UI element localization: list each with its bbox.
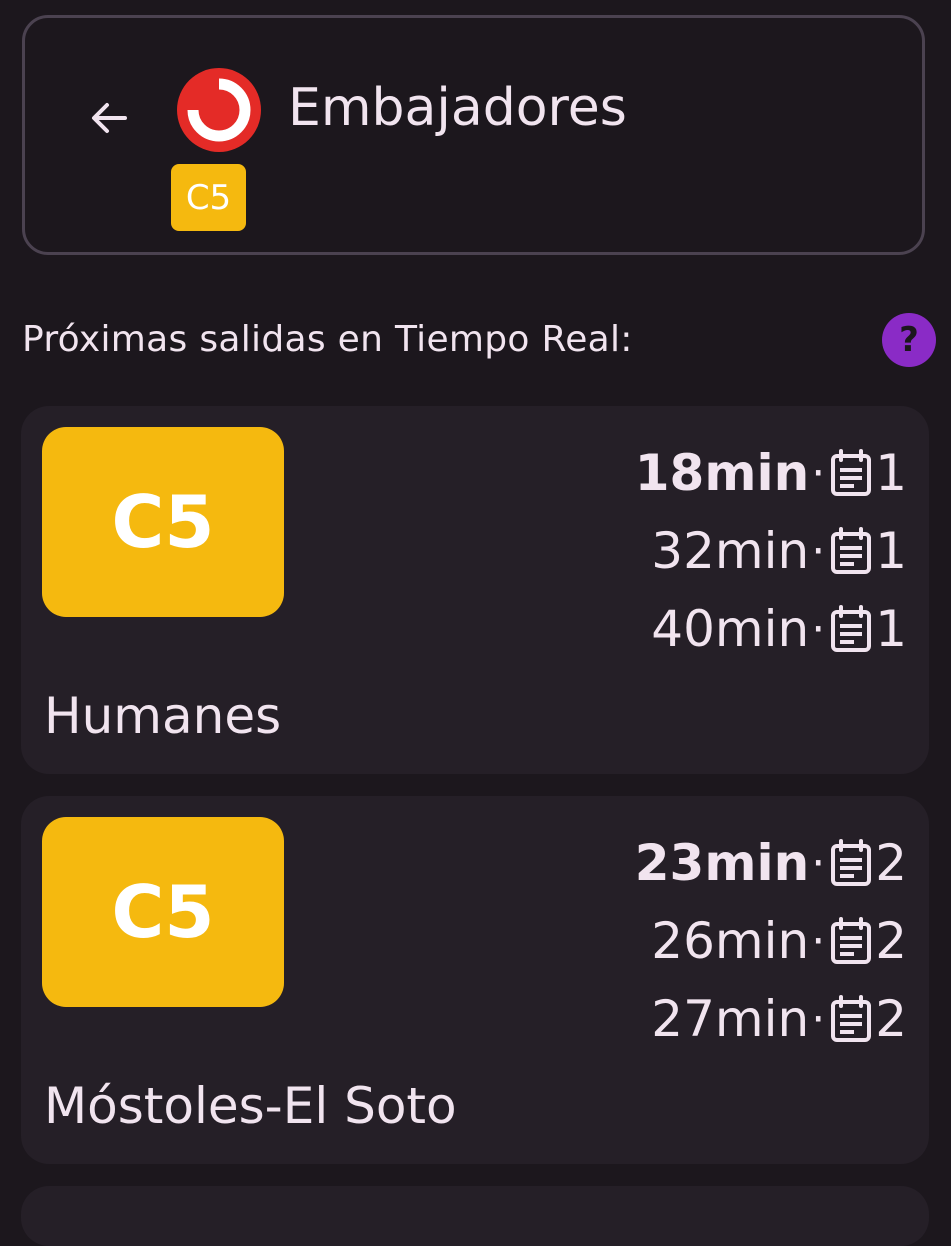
help-icon: ? bbox=[899, 320, 919, 360]
back-button[interactable] bbox=[81, 90, 137, 146]
departure-time-row: 40min · 1 bbox=[651, 590, 907, 668]
departure-time: 18min bbox=[634, 444, 810, 502]
track-number: 2 bbox=[875, 990, 907, 1048]
renfe-cercanias-logo bbox=[177, 68, 261, 152]
departure-time-row: 27min · 2 bbox=[651, 980, 907, 1058]
track-number: 1 bbox=[875, 522, 907, 580]
calendar-icon bbox=[829, 604, 873, 654]
departure-times: 23min · 2 26min · 2 27min · 2 bbox=[635, 824, 907, 1058]
separator: · bbox=[811, 603, 826, 655]
line-badge: C5 bbox=[42, 427, 284, 617]
station-header: Embajadores C5 bbox=[22, 15, 925, 255]
departure-card-partial[interactable] bbox=[21, 1186, 929, 1246]
calendar-icon bbox=[829, 916, 873, 966]
departure-time: 32min bbox=[651, 522, 810, 580]
separator: · bbox=[811, 915, 826, 967]
calendar-icon bbox=[829, 526, 873, 576]
separator: · bbox=[811, 993, 826, 1045]
separator: · bbox=[811, 837, 826, 889]
departure-time: 23min bbox=[634, 834, 810, 892]
departure-times: 18min · 1 32min · 1 40min · 1 bbox=[635, 434, 907, 668]
departure-time: 40min bbox=[651, 600, 810, 658]
track-number: 1 bbox=[875, 600, 907, 658]
departure-time: 27min bbox=[651, 990, 810, 1048]
calendar-icon bbox=[829, 994, 873, 1044]
line-badge: C5 bbox=[42, 817, 284, 1007]
section-title: Próximas salidas en Tiempo Real: bbox=[22, 319, 633, 360]
arrow-left-icon bbox=[92, 103, 127, 133]
calendar-icon bbox=[829, 838, 873, 888]
separator: · bbox=[811, 525, 826, 577]
destination: Móstoles-El Soto bbox=[44, 1077, 457, 1135]
track-number: 2 bbox=[875, 834, 907, 892]
departure-card[interactable]: C5 18min · 1 32min · 1 40min · 1 Humanes bbox=[21, 406, 929, 774]
track-number: 2 bbox=[875, 912, 907, 970]
station-name: Embajadores bbox=[288, 78, 627, 138]
departure-time-row: 32min · 1 bbox=[651, 512, 907, 590]
departure-time-row: 18min · 1 bbox=[635, 434, 907, 512]
departure-time: 26min bbox=[651, 912, 810, 970]
separator: · bbox=[811, 447, 826, 499]
calendar-icon bbox=[829, 448, 873, 498]
track-number: 1 bbox=[875, 444, 907, 502]
departure-time-row: 26min · 2 bbox=[651, 902, 907, 980]
help-button[interactable]: ? bbox=[882, 313, 936, 367]
departure-time-row: 23min · 2 bbox=[635, 824, 907, 902]
departure-card[interactable]: C5 23min · 2 26min · 2 27min · 2 Móstole… bbox=[21, 796, 929, 1164]
line-badge-small: C5 bbox=[171, 164, 246, 231]
destination: Humanes bbox=[44, 687, 282, 745]
